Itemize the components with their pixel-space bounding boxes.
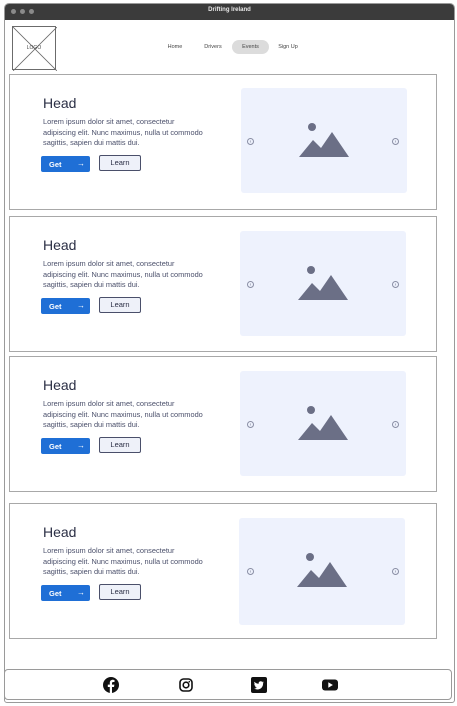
card-heading: Head bbox=[43, 524, 77, 540]
carousel-next-icon[interactable]: › bbox=[392, 138, 399, 145]
card-body-text: Lorem ipsum dolor sit amet, consectetur … bbox=[43, 546, 203, 576]
event-card: Head Lorem ipsum dolor sit amet, consect… bbox=[9, 74, 437, 210]
carousel-prev-icon[interactable]: ‹ bbox=[247, 138, 254, 145]
card-heading: Head bbox=[43, 237, 77, 253]
card-body-text: Lorem ipsum dolor sit amet, consectetur … bbox=[43, 259, 203, 289]
card-heading: Head bbox=[43, 377, 77, 393]
image-carousel bbox=[240, 231, 406, 336]
card-body-text: Lorem ipsum dolor sit amet, consectetur … bbox=[43, 117, 203, 147]
image-carousel bbox=[239, 518, 405, 625]
get-button-label: Get bbox=[49, 302, 62, 311]
event-card: Head Lorem ipsum dolor sit amet, consect… bbox=[9, 503, 437, 639]
learn-button[interactable]: Learn bbox=[99, 297, 141, 313]
get-button[interactable]: Get → bbox=[41, 438, 90, 454]
get-button[interactable]: Get → bbox=[41, 585, 90, 601]
card-heading: Head bbox=[43, 95, 77, 111]
facebook-icon[interactable] bbox=[103, 677, 119, 693]
image-placeholder-icon bbox=[297, 553, 347, 587]
image-carousel bbox=[241, 88, 407, 193]
image-carousel bbox=[240, 371, 406, 476]
youtube-icon[interactable] bbox=[322, 677, 338, 693]
instagram-icon[interactable] bbox=[178, 677, 194, 693]
get-button[interactable]: Get → bbox=[41, 156, 90, 172]
image-placeholder-icon bbox=[299, 123, 349, 157]
event-card: Head Lorem ipsum dolor sit amet, consect… bbox=[9, 356, 437, 492]
card-body-text: Lorem ipsum dolor sit amet, consectetur … bbox=[43, 399, 203, 429]
twitter-icon[interactable] bbox=[251, 677, 267, 693]
get-button-label: Get bbox=[49, 589, 62, 598]
arrow-right-icon: → bbox=[77, 159, 85, 168]
arrow-right-icon: → bbox=[77, 588, 85, 597]
carousel-prev-icon[interactable]: ‹ bbox=[247, 568, 254, 575]
nav-sign-up[interactable]: Sign Up bbox=[273, 40, 303, 54]
arrow-right-icon: → bbox=[77, 441, 85, 450]
event-card: Head Lorem ipsum dolor sit amet, consect… bbox=[9, 216, 437, 352]
window-title: Drifting Ireland bbox=[208, 7, 251, 13]
nav-events[interactable]: Events bbox=[232, 40, 269, 54]
learn-button[interactable]: Learn bbox=[99, 584, 141, 600]
carousel-next-icon[interactable]: › bbox=[392, 421, 399, 428]
carousel-next-icon[interactable]: › bbox=[392, 568, 399, 575]
carousel-next-icon[interactable]: › bbox=[392, 281, 399, 288]
social-footer bbox=[4, 669, 452, 700]
arrow-right-icon: → bbox=[77, 301, 85, 310]
carousel-prev-icon[interactable]: ‹ bbox=[247, 281, 254, 288]
learn-button[interactable]: Learn bbox=[99, 155, 141, 171]
get-button[interactable]: Get → bbox=[41, 298, 90, 314]
get-button-label: Get bbox=[49, 442, 62, 451]
title-bar: Drifting Ireland bbox=[5, 4, 454, 20]
top-navigation: Home Drivers Events Sign Up bbox=[5, 40, 454, 54]
get-button-label: Get bbox=[49, 160, 62, 169]
carousel-prev-icon[interactable]: ‹ bbox=[247, 421, 254, 428]
nav-home[interactable]: Home bbox=[162, 40, 188, 54]
image-placeholder-icon bbox=[298, 406, 348, 440]
image-placeholder-icon bbox=[298, 266, 348, 300]
learn-button[interactable]: Learn bbox=[99, 437, 141, 453]
nav-drivers[interactable]: Drivers bbox=[198, 40, 228, 54]
